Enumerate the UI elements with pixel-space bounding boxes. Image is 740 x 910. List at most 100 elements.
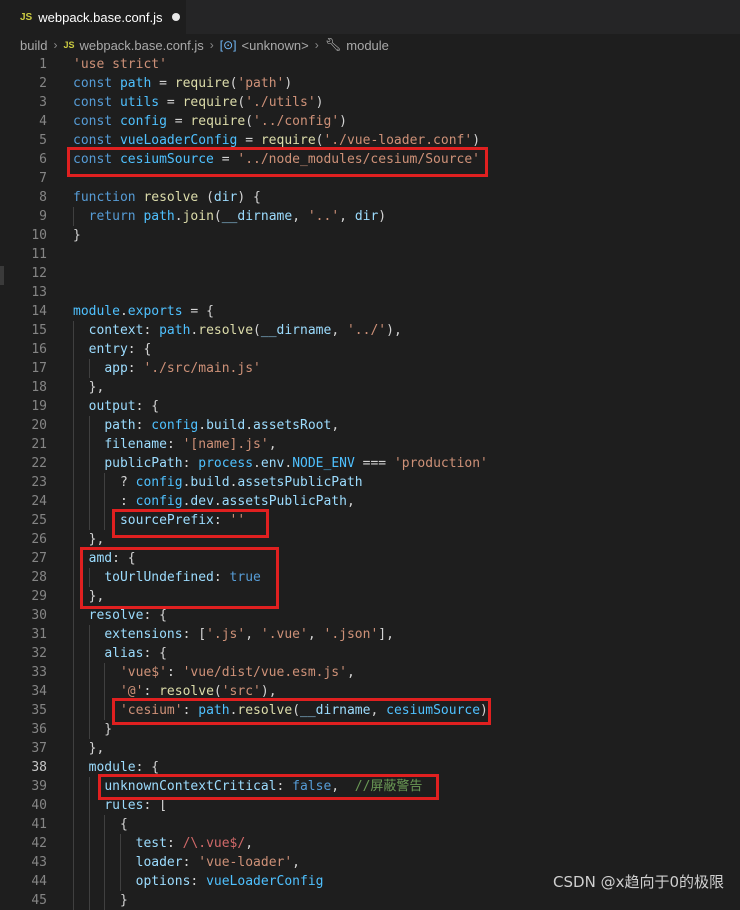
breadcrumb-symbol[interactable]: <unknown> (242, 38, 309, 53)
code-line[interactable]: 37 }, (0, 739, 740, 758)
code-line[interactable]: 24 : config.dev.assetsPublicPath, (0, 492, 740, 511)
code-token: require (174, 76, 230, 91)
code-token: '@' (119, 684, 144, 699)
code-line[interactable]: 12 (0, 264, 740, 283)
code-text: context: path.resolve(__dirname, '../'), (73, 321, 402, 340)
code-line[interactable]: 23 ? config.build.assetsPublicPath (0, 473, 740, 492)
code-token: join (182, 209, 214, 224)
code-line[interactable]: 25 sourcePrefix: '' (0, 511, 740, 530)
line-number: 5 (39, 133, 47, 148)
breadcrumb-module[interactable]: module (346, 38, 389, 53)
code-line[interactable]: 34 '@': resolve('src'), (0, 682, 740, 701)
code-line[interactable]: 2 const path = require('path') (0, 74, 740, 93)
code-token: toUrlUndefined (104, 570, 214, 585)
code-line[interactable]: 7 (0, 169, 740, 188)
code-token: //屏蔽警告 (354, 779, 423, 794)
code-token: : (143, 323, 160, 338)
code-text: } (73, 720, 112, 739)
javascript-file-icon: JS (63, 40, 75, 50)
code-line[interactable]: 5 const vueLoaderConfig = require('./vue-… (0, 131, 740, 150)
code-token: resolve (159, 684, 214, 699)
tab-webpack-base-conf[interactable]: JS webpack.base.conf.js (0, 0, 186, 34)
code-text: const cesiumSource = '../node_modules/ce… (73, 150, 480, 169)
line-number: 12 (31, 266, 47, 281)
code-token: ), (260, 684, 277, 699)
code-line[interactable]: 42 test: /\.vue$/, (0, 834, 740, 853)
code-line[interactable]: 41 { (0, 815, 740, 834)
code-token: utils (119, 95, 160, 110)
code-line[interactable]: 27 amd: { (0, 549, 740, 568)
code-line[interactable]: 15 context: path.resolve(__dirname, '../… (0, 321, 740, 340)
line-number: 41 (31, 817, 47, 832)
code-token: /\.vue$/ (182, 836, 246, 851)
line-number: 7 (39, 171, 47, 186)
editor-tab-bar: JS webpack.base.conf.js (0, 0, 740, 34)
code-token: test (135, 836, 167, 851)
code-line[interactable]: 9 return path.join(__dirname, '..', dir) (0, 207, 740, 226)
code-line[interactable]: 20 path: config.build.assetsRoot, (0, 416, 740, 435)
code-text: const path = require('path') (73, 74, 292, 93)
code-line[interactable]: 38 module: { (0, 758, 740, 777)
code-line[interactable]: 18 }, (0, 378, 740, 397)
javascript-file-icon: JS (20, 11, 33, 23)
line-number: 1 (39, 57, 47, 72)
breadcrumb-file[interactable]: webpack.base.conf.js (79, 38, 203, 53)
code-line[interactable]: 31 extensions: ['.js', '.vue', '.json'], (0, 625, 740, 644)
code-line[interactable]: 22 publicPath: process.env.NODE_ENV === … (0, 454, 740, 473)
code-line[interactable]: 32 alias: { (0, 644, 740, 663)
line-number: 23 (31, 475, 47, 490)
code-editor[interactable]: 1 'use strict' 2 const path = require('path… (0, 55, 740, 910)
code-line[interactable]: 36 } (0, 720, 740, 739)
code-token: build (190, 475, 230, 490)
line-number: 18 (31, 380, 47, 395)
unsaved-dot-icon[interactable] (171, 13, 180, 21)
code-text: return path.join(__dirname, '..', dir) (73, 207, 386, 226)
code-line[interactable]: 4 const config = require('../config') (0, 112, 740, 131)
line-number: 36 (31, 722, 47, 737)
code-text: toUrlUndefined: true (73, 568, 261, 587)
code-token: 'vue/dist/vue.esm.js' (182, 665, 347, 680)
code-line[interactable]: 43 loader: 'vue-loader', (0, 853, 740, 872)
code-line[interactable]: 6 const cesiumSource = '../node_modules/c… (0, 150, 740, 169)
code-line[interactable]: 19 output: { (0, 397, 740, 416)
code-token: }, (73, 741, 105, 756)
code-line[interactable]: 13 (0, 283, 740, 302)
code-line[interactable]: 33 'vue$': 'vue/dist/vue.esm.js', (0, 663, 740, 682)
code-token: ) (472, 133, 481, 148)
code-token: resolve (143, 190, 199, 205)
code-line[interactable]: 26 }, (0, 530, 740, 549)
code-line[interactable]: 28 toUrlUndefined: true (0, 568, 740, 587)
code-token: resolve (237, 703, 293, 718)
code-line[interactable]: 10} (0, 226, 740, 245)
code-line[interactable]: 40 rules: [ (0, 796, 740, 815)
code-line[interactable]: 3 const utils = require('./utils') (0, 93, 740, 112)
code-token: __dirname (300, 703, 371, 718)
code-token: __dirname (260, 323, 332, 338)
code-line[interactable]: 35 'cesium': path.resolve(__dirname, ces… (0, 701, 740, 720)
line-number: 9 (39, 209, 47, 224)
code-token: }, (73, 589, 105, 604)
code-token: : (182, 456, 199, 471)
code-token: path (119, 76, 152, 91)
code-token: config (119, 114, 167, 129)
line-number: 15 (31, 323, 47, 338)
code-line[interactable]: 16 entry: { (0, 340, 740, 359)
code-line[interactable]: 21 filename: '[name].js', (0, 435, 740, 454)
code-text: output: { (73, 397, 159, 416)
code-token: 'use strict' (73, 57, 167, 72)
code-line[interactable]: 14 module.exports = { (0, 302, 740, 321)
code-line[interactable]: 39 unknownContextCritical: false, //屏蔽警告 (0, 777, 740, 796)
code-line[interactable]: 17 app: './src/main.js' (0, 359, 740, 378)
code-line[interactable]: 30 resolve: { (0, 606, 740, 625)
code-line[interactable]: 29 }, (0, 587, 740, 606)
code-text: }, (73, 530, 105, 549)
code-line[interactable]: 11 (0, 245, 740, 264)
code-token: . (284, 456, 293, 471)
code-line[interactable]: 1 'use strict' (0, 55, 740, 74)
breadcrumb-folder[interactable]: build (20, 38, 47, 53)
code-token: '../node_modules/cesium/Source' (237, 152, 481, 167)
code-line[interactable]: 8 function resolve (dir) { (0, 188, 740, 207)
